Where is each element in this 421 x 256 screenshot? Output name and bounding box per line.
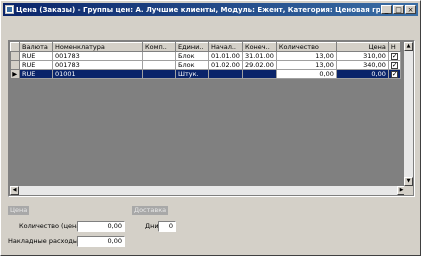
scroll-left-icon[interactable]: ◀	[10, 186, 19, 195]
cell-quantity[interactable]: 13,00	[276, 51, 337, 61]
row-indicator[interactable]	[10, 60, 20, 70]
scrollbar-corner	[404, 186, 413, 195]
cell-comp[interactable]	[142, 51, 176, 61]
vertical-scrollbar[interactable]: ▲ ▼	[404, 42, 413, 186]
price-orders-window: Цена (Заказы) - Группы цен: А. Лучшие кл…	[0, 0, 421, 256]
window-title: Цена (Заказы) - Группы цен: А. Лучшие кл…	[16, 5, 380, 14]
column-header-flag[interactable]: Н	[387, 42, 401, 52]
column-header-start[interactable]: Начал..	[208, 42, 243, 52]
overhead-field[interactable]: 0,00	[77, 236, 125, 247]
column-header-currency[interactable]: Валюта	[19, 42, 53, 52]
cell-item[interactable]: 01001	[52, 69, 143, 79]
column-header-item[interactable]: Номенклатура	[52, 42, 143, 52]
days-label: Дни	[145, 222, 159, 230]
column-header-quantity[interactable]: Количество	[275, 42, 337, 52]
cell-start[interactable]	[208, 69, 243, 79]
maximize-button[interactable]: □	[393, 5, 404, 14]
cell-comp[interactable]	[142, 69, 176, 79]
price-grid[interactable]: Валюта Номенклатура Комп.. Едини.. Начал…	[8, 40, 415, 197]
cell-end[interactable]	[242, 69, 277, 79]
cell-item[interactable]: 001783	[52, 60, 143, 70]
cell-end[interactable]: 31.01.00	[242, 51, 277, 61]
table-row[interactable]: RUE 001783 Блок 01.02.00 29.02.00 13,00 …	[10, 60, 401, 70]
column-header-end[interactable]: Конеч..	[241, 42, 277, 52]
row-indicator[interactable]	[10, 51, 20, 61]
title-bar[interactable]: Цена (Заказы) - Группы цен: А. Лучшие кл…	[3, 3, 418, 16]
column-header-unit[interactable]: Едини..	[175, 42, 209, 52]
quantity-price-label: Количество (цена)	[19, 222, 83, 230]
cell-flag[interactable]	[388, 51, 401, 61]
quantity-price-field[interactable]: 0,00	[77, 221, 125, 232]
cell-currency[interactable]: RUE	[19, 60, 53, 70]
cell-start[interactable]: 01.02.00	[208, 60, 243, 70]
cell-comp[interactable]	[142, 60, 176, 70]
checkbox[interactable]	[390, 70, 398, 78]
close-button[interactable]: ×	[405, 5, 416, 14]
column-header-price[interactable]: Цена	[335, 42, 389, 52]
row-indicator-header	[10, 42, 20, 52]
table-row-selected[interactable]: ▶ RUE 01001 Штук. 0,00 0,00	[10, 69, 401, 79]
price-group-label: Цена	[8, 206, 30, 215]
cell-quantity[interactable]: 13,00	[276, 60, 337, 70]
table-row[interactable]: RUE 001783 Блок 01.01.00 31.01.00 13,00 …	[10, 51, 401, 61]
cell-flag[interactable]	[388, 69, 401, 79]
cell-currency[interactable]: RUE	[19, 51, 53, 61]
cell-unit[interactable]: Блок	[175, 51, 209, 61]
app-icon	[5, 5, 14, 14]
delivery-group-label: Доставка	[132, 206, 169, 215]
cell-price[interactable]: 310,00	[336, 51, 389, 61]
cell-flag[interactable]	[388, 60, 401, 70]
current-row-indicator[interactable]: ▶	[10, 69, 20, 79]
cell-end[interactable]: 29.02.00	[242, 60, 277, 70]
scroll-down-icon[interactable]: ▼	[404, 177, 413, 186]
minimize-button[interactable]: _	[381, 5, 392, 14]
cell-item[interactable]: 001783	[52, 51, 143, 61]
cell-unit[interactable]: Штук.	[175, 69, 209, 79]
cell-unit[interactable]: Блок	[175, 60, 209, 70]
cell-price[interactable]: 0,00	[336, 69, 389, 79]
column-header-comp[interactable]: Комп..	[142, 42, 176, 52]
cell-start[interactable]: 01.01.00	[208, 51, 243, 61]
overhead-label: Накладные расходы	[8, 237, 79, 245]
cell-price[interactable]: 340,00	[336, 60, 389, 70]
header-row: Валюта Номенклатура Комп.. Едини.. Начал…	[10, 42, 401, 52]
scroll-up-icon[interactable]: ▲	[404, 42, 413, 51]
days-field[interactable]: 0	[158, 221, 176, 232]
price-table: Валюта Номенклатура Комп.. Едини.. Начал…	[10, 42, 401, 79]
checkbox[interactable]	[390, 52, 398, 60]
cell-quantity-editor[interactable]: 0,00	[276, 69, 337, 79]
checkbox[interactable]	[390, 61, 398, 69]
cell-currency[interactable]: RUE	[19, 69, 53, 79]
horizontal-scrollbar[interactable]: ◀ ▶	[10, 186, 406, 195]
